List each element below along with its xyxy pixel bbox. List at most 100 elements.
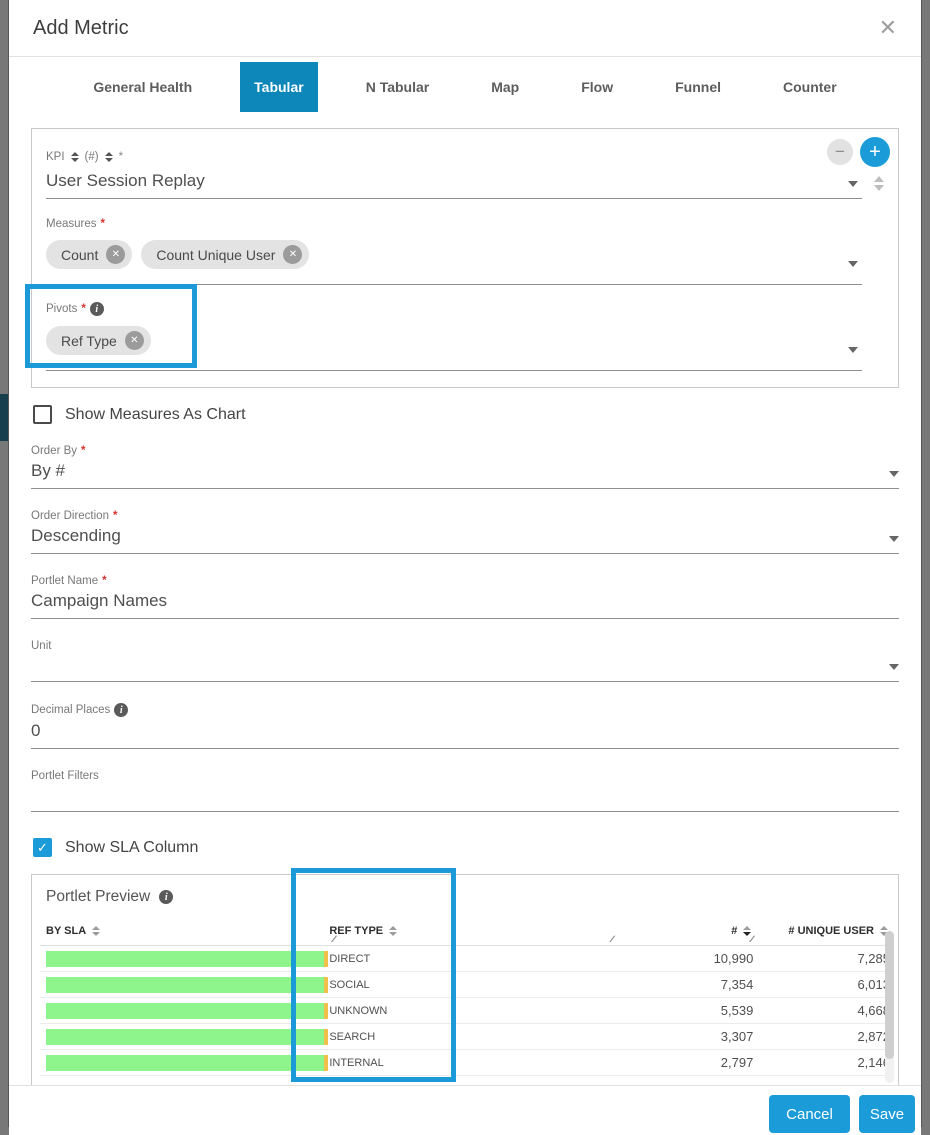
decimal-places-field: Decimal Places i 0 xyxy=(31,703,899,749)
required-mark: * xyxy=(102,575,106,587)
preview-table-header: BY SLA ∕∕ REF TYPE ∕∕ # ∕∕ # UNIQUE USER xyxy=(40,916,890,946)
portlet-name-label: Portlet Name* xyxy=(31,575,899,587)
add-metric-modal: Add Metric ✕ General Health Tabular N Ta… xyxy=(8,0,922,1127)
sla-bar xyxy=(46,1003,328,1019)
order-by-select[interactable]: By # xyxy=(31,457,899,489)
column-header-unique-user[interactable]: # UNIQUE USER ∕∕ xyxy=(753,916,890,945)
chevron-down-icon[interactable] xyxy=(848,347,858,353)
sort-updown-icon[interactable] xyxy=(92,926,100,936)
unique-user-cell: 2,872 xyxy=(753,1029,890,1044)
checkbox-label: Show Measures As Chart xyxy=(65,406,246,424)
sort-updown-icon xyxy=(105,152,113,162)
kpi-label: KPI (#) * xyxy=(46,151,884,163)
sla-bar xyxy=(46,951,328,967)
tab-map[interactable]: Map xyxy=(477,62,533,112)
kpi-group-box: − + KPI (#) * User Session Replay Measur… xyxy=(31,128,899,388)
modal-title: Add Metric xyxy=(33,17,129,40)
unit-field: Unit xyxy=(31,640,899,682)
order-direction-label: Order Direction* xyxy=(31,510,899,522)
remove-kpi-button[interactable]: − xyxy=(827,139,853,165)
show-sla-column-row: ✓ Show SLA Column xyxy=(33,838,899,857)
portlet-name-input[interactable]: Campaign Names xyxy=(31,587,899,619)
scrollbar-track[interactable] xyxy=(885,931,894,1083)
chevron-down-icon[interactable] xyxy=(848,181,858,187)
chevron-down-icon[interactable] xyxy=(848,261,858,267)
cancel-button[interactable]: Cancel xyxy=(769,1095,850,1133)
measures-label: Measures* xyxy=(46,218,884,230)
plus-icon: + xyxy=(869,141,881,164)
info-icon: i xyxy=(90,302,104,316)
remove-chip-icon[interactable]: ✕ xyxy=(283,245,302,264)
count-cell: 3,307 xyxy=(614,1029,754,1044)
order-direction-field: Order Direction* Descending xyxy=(31,510,899,554)
chevron-down-icon[interactable] xyxy=(889,471,899,477)
count-cell: 5,539 xyxy=(614,1003,754,1018)
pivot-chip: Ref Type ✕ xyxy=(46,326,151,355)
check-icon: ✓ xyxy=(37,840,48,856)
modal-footer: Cancel Save xyxy=(9,1085,921,1135)
tab-general-health[interactable]: General Health xyxy=(79,62,206,112)
order-by-field: Order By* By # xyxy=(31,445,899,489)
tab-tabular[interactable]: Tabular xyxy=(240,62,318,112)
tab-counter[interactable]: Counter xyxy=(769,62,851,112)
table-row: SOCIAL 7,354 6,013 xyxy=(40,972,890,998)
required-mark: * xyxy=(81,303,85,315)
backdrop-accent-block xyxy=(0,394,8,441)
checkbox-label: Show SLA Column xyxy=(65,839,198,857)
show-measures-as-chart-checkbox[interactable] xyxy=(33,405,52,424)
tab-funnel[interactable]: Funnel xyxy=(661,62,735,112)
ref-type-cell: DIRECT xyxy=(329,953,613,965)
save-button[interactable]: Save xyxy=(859,1095,915,1133)
column-header-count[interactable]: # ∕∕ xyxy=(614,916,754,945)
sla-bar xyxy=(46,1029,328,1045)
required-mark: * xyxy=(81,445,85,457)
unit-select[interactable] xyxy=(31,652,899,682)
unique-user-cell: 4,668 xyxy=(753,1003,890,1018)
kpi-order-spinner[interactable] xyxy=(874,176,884,191)
chevron-down-icon[interactable] xyxy=(889,536,899,542)
remove-chip-icon[interactable]: ✕ xyxy=(106,245,125,264)
kpi-select[interactable]: User Session Replay xyxy=(46,167,884,199)
info-icon: i xyxy=(159,890,173,904)
order-by-label: Order By* xyxy=(31,445,899,457)
portlet-filters-label: Portlet Filters xyxy=(31,770,899,782)
ref-type-cell: SEARCH xyxy=(329,1031,613,1043)
remove-chip-icon[interactable]: ✕ xyxy=(125,331,144,350)
unique-user-cell: 2,146 xyxy=(753,1055,890,1070)
table-row: SEARCH 3,307 2,872 xyxy=(40,1024,890,1050)
scrollbar-thumb[interactable] xyxy=(885,931,894,1059)
measure-chip: Count ✕ xyxy=(46,240,132,269)
chevron-down-icon[interactable] xyxy=(889,664,899,670)
count-cell: 10,990 xyxy=(614,951,754,966)
sort-updown-icon[interactable] xyxy=(389,926,397,936)
table-row: INTERNAL 2,797 2,146 xyxy=(40,1050,890,1076)
tab-n-tabular[interactable]: N Tabular xyxy=(352,62,444,112)
portlet-filters-input[interactable] xyxy=(31,782,899,812)
order-direction-select[interactable]: Descending xyxy=(31,522,899,554)
decimal-places-label: Decimal Places i xyxy=(31,703,899,717)
portlet-preview-title: Portlet Preview i xyxy=(46,888,890,906)
add-kpi-button[interactable]: + xyxy=(860,137,890,167)
portlet-name-field: Portlet Name* Campaign Names xyxy=(31,575,899,619)
column-header-ref-type[interactable]: REF TYPE ∕∕ xyxy=(329,916,613,945)
minus-icon: − xyxy=(835,142,845,162)
tab-bar: General Health Tabular N Tabular Map Flo… xyxy=(9,62,921,112)
info-icon: i xyxy=(114,703,128,717)
sla-bar xyxy=(46,977,328,993)
portlet-filters-field: Portlet Filters xyxy=(31,770,899,812)
measures-select[interactable]: Count ✕ Count Unique User ✕ xyxy=(46,234,884,285)
column-header-by-sla[interactable]: BY SLA ∕∕ xyxy=(40,916,329,945)
unique-user-cell: 6,013 xyxy=(753,977,890,992)
sort-updown-icon xyxy=(71,152,79,162)
sort-updown-icon[interactable] xyxy=(743,926,751,936)
measure-chip: Count Unique User ✕ xyxy=(141,240,309,269)
show-sla-column-checkbox[interactable]: ✓ xyxy=(33,838,52,857)
count-cell: 7,354 xyxy=(614,977,754,992)
close-icon[interactable]: ✕ xyxy=(879,17,897,39)
ref-type-cell: SOCIAL xyxy=(329,979,613,991)
unit-label: Unit xyxy=(31,640,899,652)
kpi-select-value: User Session Replay xyxy=(46,171,205,190)
decimal-places-input[interactable]: 0 xyxy=(31,717,899,749)
tab-flow[interactable]: Flow xyxy=(567,62,627,112)
pivots-select[interactable]: Ref Type ✕ xyxy=(46,320,884,371)
